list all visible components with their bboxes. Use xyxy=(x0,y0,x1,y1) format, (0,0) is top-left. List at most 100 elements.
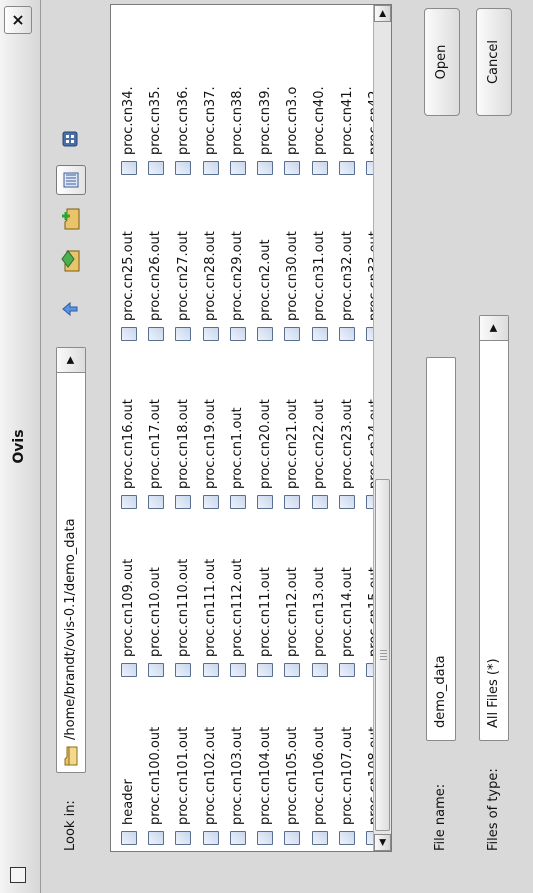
scroll-thumb[interactable] xyxy=(375,479,390,831)
file-icon xyxy=(147,161,164,175)
file-item[interactable]: proc.cn103.out xyxy=(224,727,251,849)
file-name: proc.cn2.out xyxy=(257,239,273,321)
file-name-input[interactable]: demo_data xyxy=(426,357,456,741)
files-of-type-dropdown-arrow[interactable]: ▶ xyxy=(480,316,508,341)
file-item[interactable]: proc.cn27.out xyxy=(170,231,197,345)
file-item[interactable]: proc.cn13.out xyxy=(306,559,333,681)
scroll-left-button[interactable]: ◀ xyxy=(374,834,391,851)
open-button[interactable]: Open xyxy=(424,8,460,116)
file-item[interactable]: proc.cn34. xyxy=(115,86,142,179)
file-item[interactable]: proc.cn104.out xyxy=(251,727,278,849)
list-view-button[interactable] xyxy=(56,165,86,195)
file-name: proc.cn30.out xyxy=(284,231,300,321)
up-folder-button[interactable] xyxy=(56,295,84,323)
file-item[interactable]: proc.cn12.out xyxy=(279,559,306,681)
file-icon xyxy=(120,327,137,341)
file-item[interactable]: header xyxy=(115,727,142,849)
file-name: proc.cn27.out xyxy=(175,231,191,321)
file-item[interactable]: proc.cn15.out xyxy=(361,559,373,681)
file-icon xyxy=(229,663,246,677)
file-column: proc.cn34. proc.cn35. proc.cn36. proc.cn37.… xyxy=(115,86,373,179)
file-name: proc.cn36. xyxy=(175,86,191,155)
file-icon xyxy=(311,663,328,677)
file-item[interactable]: proc.cn18.out xyxy=(170,399,197,513)
horizontal-scrollbar[interactable]: ◀ ▶ xyxy=(373,5,391,851)
file-item[interactable]: proc.cn112.out xyxy=(224,559,251,681)
file-item[interactable]: proc.cn100.out xyxy=(142,727,169,849)
file-name: header xyxy=(121,779,137,825)
file-icon xyxy=(366,663,373,677)
file-item[interactable]: proc.cn1.out xyxy=(224,399,251,513)
file-item[interactable]: proc.cn29.out xyxy=(224,231,251,345)
file-name: proc.cn31.out xyxy=(312,231,328,321)
file-item[interactable]: proc.cn33.out xyxy=(361,231,373,345)
file-icon xyxy=(311,161,328,175)
details-view-button[interactable] xyxy=(56,125,84,153)
file-item[interactable]: proc.cn19.out xyxy=(197,399,224,513)
scroll-right-button[interactable]: ▶ xyxy=(374,5,391,22)
file-item[interactable]: proc.cn14.out xyxy=(333,559,360,681)
look-in-dropdown-arrow[interactable]: ▶ xyxy=(57,348,85,373)
file-item[interactable]: proc.cn39. xyxy=(251,86,278,179)
file-item[interactable]: proc.cn101.out xyxy=(170,727,197,849)
file-item[interactable]: proc.cn102.out xyxy=(197,727,224,849)
file-icon xyxy=(229,495,246,509)
file-icon xyxy=(202,161,219,175)
file-name: proc.cn109.out xyxy=(121,558,137,657)
file-item[interactable]: proc.cn10.out xyxy=(142,559,169,681)
file-item[interactable]: proc.cn31.out xyxy=(306,231,333,345)
file-item[interactable]: proc.cn28.out xyxy=(197,231,224,345)
file-item[interactable]: proc.cn22.out xyxy=(306,399,333,513)
file-item[interactable]: proc.cn105.out xyxy=(279,727,306,849)
file-item[interactable]: proc.cn21.out xyxy=(279,399,306,513)
file-list[interactable]: header proc.cn100.out proc.cn101.out proc.c… xyxy=(110,4,392,852)
file-item[interactable]: proc.cn40. xyxy=(306,86,333,179)
file-column: proc.cn25.out proc.cn26.out proc.cn27.out p… xyxy=(115,231,373,345)
file-item[interactable]: proc.cn3.o xyxy=(279,86,306,179)
file-item[interactable]: proc.cn37. xyxy=(197,86,224,179)
file-item[interactable]: proc.cn110.out xyxy=(170,559,197,681)
home-folder-button[interactable] xyxy=(56,247,84,275)
file-item[interactable]: proc.cn20.out xyxy=(251,399,278,513)
file-name: proc.cn41. xyxy=(339,86,355,155)
look-in-combo[interactable]: /home/brandt/ovis-0.1/demo_data ▶ xyxy=(56,347,86,773)
file-name: proc.cn32.out xyxy=(339,231,355,321)
file-item[interactable]: proc.cn38. xyxy=(224,86,251,179)
file-item[interactable]: proc.cn111.out xyxy=(197,559,224,681)
file-item[interactable]: proc.cn25.out xyxy=(115,231,142,345)
file-icon xyxy=(175,161,192,175)
file-item[interactable]: proc.cn26.out xyxy=(142,231,169,345)
list-view-icon xyxy=(63,172,79,188)
file-icon xyxy=(366,327,373,341)
file-item[interactable]: proc.cn23.out xyxy=(333,399,360,513)
file-item[interactable]: proc.cn41. xyxy=(333,86,360,179)
files-of-type-combo[interactable]: All Files (*) ▶ xyxy=(479,315,509,741)
file-name: proc.cn21.out xyxy=(284,399,300,489)
file-item[interactable]: proc.cn109.out xyxy=(115,559,142,681)
file-icon xyxy=(311,327,328,341)
file-icon xyxy=(311,495,328,509)
cancel-button[interactable]: Cancel xyxy=(476,8,512,116)
file-item[interactable]: proc.cn16.out xyxy=(115,399,142,513)
file-name: proc.cn17.out xyxy=(148,399,164,489)
file-name: proc.cn16.out xyxy=(121,399,137,489)
file-item[interactable]: proc.cn35. xyxy=(142,86,169,179)
file-icon xyxy=(175,831,192,845)
file-item[interactable]: proc.cn108.out xyxy=(361,727,373,849)
file-item[interactable]: proc.cn32.out xyxy=(333,231,360,345)
file-item[interactable]: proc.cn30.out xyxy=(279,231,306,345)
file-item[interactable]: proc.cn42. xyxy=(361,86,373,179)
new-folder-button[interactable] xyxy=(56,205,84,233)
close-button[interactable]: × xyxy=(4,6,32,34)
file-name-label: File name: xyxy=(433,783,448,851)
file-item[interactable]: proc.cn17.out xyxy=(142,399,169,513)
file-item[interactable]: proc.cn106.out xyxy=(306,727,333,849)
file-item[interactable]: proc.cn107.out xyxy=(333,727,360,849)
file-item[interactable]: proc.cn24.out xyxy=(361,399,373,513)
file-item[interactable]: proc.cn2.out xyxy=(251,231,278,345)
file-name: proc.cn104.out xyxy=(257,726,273,825)
file-name: proc.cn22.out xyxy=(312,399,328,489)
file-item[interactable]: proc.cn36. xyxy=(170,86,197,179)
file-item[interactable]: proc.cn11.out xyxy=(251,559,278,681)
file-icon xyxy=(284,663,301,677)
